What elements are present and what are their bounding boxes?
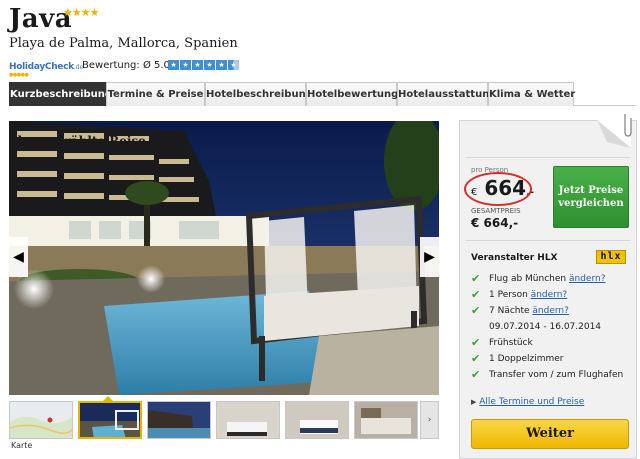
all-dates-prices-text: Alle Termine und Preise (479, 397, 585, 407)
thumb-room2-image (286, 402, 348, 438)
rating-box: ★ (204, 60, 215, 70)
checkmark-icon: ✔ (471, 336, 481, 349)
trip-features-list: ✔ Flug ab München ändern? ✔ 1 Person änder… (471, 271, 631, 383)
compare-prices-button[interactable]: Jetzt Preise vergleichen (553, 166, 629, 228)
thumb-pool-image (80, 403, 140, 437)
change-nights-link[interactable]: ändern? (532, 306, 569, 316)
change-flight-link[interactable]: ändern? (569, 274, 606, 284)
tab-termine-preise[interactable]: Termine & Preise (106, 82, 205, 106)
total-price-label: GESAMTPREIS (471, 207, 521, 215)
holidaycheck-logo[interactable]: HolidayCheck.de ●●●●● (9, 54, 83, 78)
checkmark-icon: ✔ (471, 352, 481, 365)
feature-persons: ✔ 1 Person ändern? (471, 287, 631, 303)
detail-tabs: Kurzbeschreibung Termine & Preise Hotelb… (9, 82, 636, 106)
rating-score-boxes: ★ ★ ★ ★ ★ ★ (168, 60, 239, 70)
feature-nights: ✔ 7 Nächte ändern? (471, 303, 631, 319)
feature-transfer: ✔ Transfer vom / zum Flughafen (471, 367, 631, 383)
thumb-building-image (148, 402, 210, 438)
thumb-photo-building[interactable] (147, 401, 211, 439)
feature-board: ✔ Frühstück (471, 335, 631, 351)
booking-panel-title: Ihre gewählte Reise (12, 134, 146, 148)
thumb-photo-pool-night[interactable] (78, 401, 142, 439)
change-persons-link[interactable]: ändern? (531, 290, 568, 300)
hotel-photo-main[interactable] (9, 121, 439, 395)
panel-divider (466, 157, 630, 158)
rating-box: ★ (168, 60, 179, 70)
continue-button[interactable]: Weiter (471, 419, 629, 449)
gallery-prev-button[interactable]: ◀ (9, 237, 28, 277)
tab-hotelbewertung[interactable]: Hotelbewertung (306, 82, 398, 106)
tour-operator-label: Veranstalter HLX (471, 253, 558, 263)
tab-klima-wetter[interactable]: Klima & Wetter (488, 82, 575, 106)
hotel-location: Playa de Palma, Mallorca, Spanien (9, 36, 238, 51)
chevron-right-small-icon: › (427, 415, 432, 425)
feature-travel-dates: 09.07.2014 - 16.07.2014 (489, 322, 602, 332)
tab-kurzbeschreibung[interactable]: Kurzbeschreibung (9, 82, 112, 106)
gallery-next-button[interactable]: ▶ (420, 237, 439, 277)
holidaycheck-logo-dots: ●●●●● (9, 72, 29, 78)
thumb-room1-image (217, 402, 279, 438)
chevron-left-icon: ◀ (13, 249, 24, 265)
checkmark-icon: ✔ (471, 272, 481, 285)
thumb-map[interactable] (9, 401, 73, 439)
feature-text: 1 Person (489, 290, 531, 300)
hotel-photo-pool-night (9, 121, 439, 395)
rating-box: ★ (228, 60, 239, 70)
feature-text: 7 Nächte (489, 306, 533, 316)
hlx-logo: hlx (596, 250, 626, 264)
thumb-room3-image (355, 402, 417, 438)
triangle-right-icon: ▶ (471, 398, 477, 406)
all-dates-prices-link[interactable]: ▶ Alle Termine und Preise (471, 397, 584, 407)
feature-text: 1 Doppelzimmer (489, 354, 564, 364)
feature-text: Flug ab München (489, 274, 569, 284)
thumb-photo-room-2[interactable] (285, 401, 349, 439)
thumb-photo-room-1[interactable] (216, 401, 280, 439)
feature-room: ✔ 1 Doppelzimmer (471, 351, 631, 367)
tab-hotelbeschreibung[interactable]: Hotelbeschreibung (205, 82, 313, 106)
checkmark-icon: ✔ (471, 288, 481, 301)
rating-box: ★ (180, 60, 191, 70)
rating-score-label: Bewertung: Ø 5.0 (82, 60, 170, 71)
thumb-photo-room-3[interactable] (354, 401, 418, 439)
hotel-stars-rating: ★★★★ (63, 6, 99, 19)
page-curl-paperclip-icon (597, 114, 632, 148)
price-highlight-circle (464, 172, 532, 206)
feature-text: Frühstück (489, 338, 533, 348)
feature-flight: ✔ Flug ab München ändern? (471, 271, 631, 287)
checkmark-icon: ✔ (471, 368, 481, 381)
feature-text: Transfer vom / zum Flughafen (489, 370, 624, 380)
panel-divider (466, 240, 630, 241)
chevron-right-icon: ▶ (424, 249, 435, 265)
map-thumbnail-image (10, 402, 72, 438)
checkmark-icon: ✔ (471, 304, 481, 317)
rating-box: ★ (192, 60, 203, 70)
total-price: € 664,- (471, 216, 519, 230)
tab-hotelausstattung[interactable]: Hotelausstattung (397, 82, 497, 106)
map-thumb-label: Karte (11, 441, 33, 450)
rating-box: ★ (216, 60, 227, 70)
holidaycheck-logo-text: HolidayCheck (9, 62, 74, 72)
thumbnails-next-button[interactable]: › (420, 401, 439, 439)
